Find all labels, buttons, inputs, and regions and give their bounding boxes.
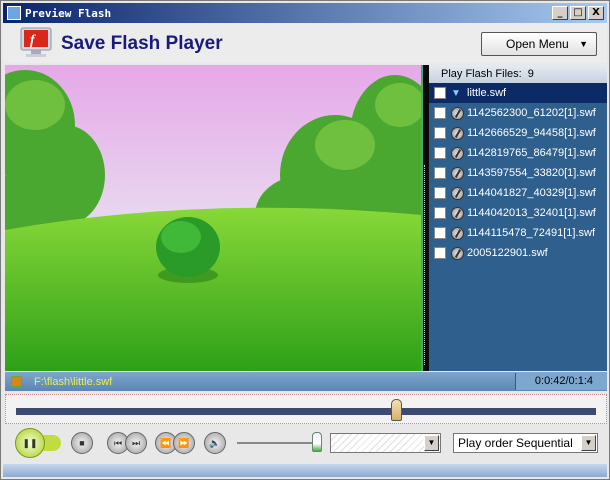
app-header: f Save Flash Player Open Menu ▼	[3, 23, 607, 63]
flash-scene	[5, 65, 421, 371]
flash-file-icon	[451, 166, 464, 180]
open-menu-button[interactable]: Open Menu ▼	[481, 32, 597, 56]
item-checkbox[interactable]	[434, 247, 446, 259]
fast-forward-button[interactable]: ⏩	[173, 432, 195, 454]
playlist-item[interactable]: 1143597554_33820[1].swf	[429, 163, 607, 183]
playlist-item[interactable]: ▼ little.swf	[429, 83, 607, 103]
file-name: 1144042013_32401[1].swf	[467, 207, 596, 219]
item-checkbox[interactable]	[434, 167, 446, 179]
status-bar: F:\flash\little.swf 0:0:42/0:1:4	[5, 372, 607, 391]
next-button[interactable]: ⏭	[125, 432, 147, 454]
open-menu-label: Open Menu	[506, 37, 569, 51]
speaker-icon[interactable]: 🔈	[204, 432, 226, 454]
playlist-count: 9	[527, 68, 534, 80]
item-checkbox[interactable]	[434, 227, 446, 239]
flash-monitor-logo-icon: f	[20, 27, 52, 57]
close-button[interactable]: X	[588, 6, 604, 20]
playlist-item[interactable]: 1142666529_94458[1].swf	[429, 123, 607, 143]
app-title: Save Flash Player	[61, 33, 223, 54]
maximize-button[interactable]: □	[570, 6, 586, 20]
playlist-header: Play Flash Files: 9	[429, 65, 607, 83]
chevron-down-icon[interactable]: ▼	[424, 435, 439, 451]
flash-file-icon	[451, 246, 464, 260]
file-name: 1142562300_61202[1].swf	[467, 107, 596, 119]
file-name: 1144115478_72491[1].swf	[467, 227, 596, 239]
app-icon	[7, 6, 21, 20]
play-order-value: Play order Sequential	[458, 436, 573, 450]
current-file-path: F:\flash\little.swf	[34, 375, 113, 388]
flash-file-icon	[451, 126, 464, 140]
flash-file-icon	[451, 206, 464, 220]
item-checkbox[interactable]	[434, 187, 446, 199]
file-name: 1142819765_86479[1].swf	[467, 147, 596, 159]
file-name: 1142666529_94458[1].swf	[467, 127, 596, 139]
chevron-down-icon: ▼	[579, 39, 588, 49]
chevron-down-icon: ▼	[451, 87, 461, 99]
flash-file-icon	[451, 226, 464, 240]
file-cube-icon	[11, 376, 22, 387]
seek-area	[5, 394, 607, 424]
playlist-item[interactable]: 1144115478_72491[1].swf	[429, 223, 607, 243]
seek-bar[interactable]	[16, 399, 596, 421]
window-title: Preview Flash	[25, 6, 112, 20]
flash-file-icon	[451, 146, 464, 160]
playlist-item[interactable]: 1142819765_86479[1].swf	[429, 143, 607, 163]
item-checkbox[interactable]	[434, 107, 446, 119]
panel-splitter[interactable]	[421, 65, 429, 371]
playlist-item[interactable]: 1144042013_32401[1].swf	[429, 203, 607, 223]
volume-thumb[interactable]	[312, 432, 322, 452]
flash-video-area[interactable]	[5, 65, 421, 371]
time-display: 0:0:42/0:1:4	[515, 373, 607, 390]
playlist-item[interactable]: 1142562300_61202[1].swf	[429, 103, 607, 123]
item-checkbox[interactable]	[434, 127, 446, 139]
file-name: 1144041827_40329[1].swf	[467, 187, 596, 199]
chevron-down-icon[interactable]: ▼	[581, 435, 596, 451]
item-checkbox[interactable]	[434, 147, 446, 159]
title-bar[interactable]: Preview Flash _ □ X	[3, 3, 607, 23]
item-checkbox[interactable]	[434, 207, 446, 219]
file-name: 1143597554_33820[1].swf	[467, 167, 596, 179]
flash-file-icon	[451, 186, 464, 200]
main-window: Preview Flash _ □ X f Save Flash Player …	[0, 0, 610, 480]
playlist-item[interactable]: 2005122901.swf	[429, 243, 607, 263]
playlist-header-label: Play Flash Files:	[441, 68, 522, 80]
control-bar: ❚❚ ■ ⏮ ⏭ ⏪ ⏩ 🔈 ▼ Play order Sequential ▼	[5, 426, 607, 462]
file-name: 2005122901.swf	[467, 247, 548, 259]
seek-thumb[interactable]	[391, 399, 403, 421]
minimize-button[interactable]: _	[552, 6, 568, 20]
pause-button[interactable]: ❚❚	[15, 428, 45, 458]
playlist-item[interactable]: 1144041827_40329[1].swf	[429, 183, 607, 203]
volume-slider[interactable]	[237, 432, 322, 452]
play-order-select[interactable]: Play order Sequential ▼	[453, 433, 598, 453]
stop-button[interactable]: ■	[71, 432, 93, 454]
file-name: little.swf	[467, 87, 507, 99]
flash-file-icon	[451, 106, 464, 120]
playlist-panel: Play Flash Files: 9 ▼ little.swf 11425623…	[429, 65, 607, 371]
skin-select[interactable]: ▼	[330, 433, 441, 453]
item-checkbox[interactable]	[434, 87, 446, 99]
bottom-bar	[3, 464, 607, 477]
